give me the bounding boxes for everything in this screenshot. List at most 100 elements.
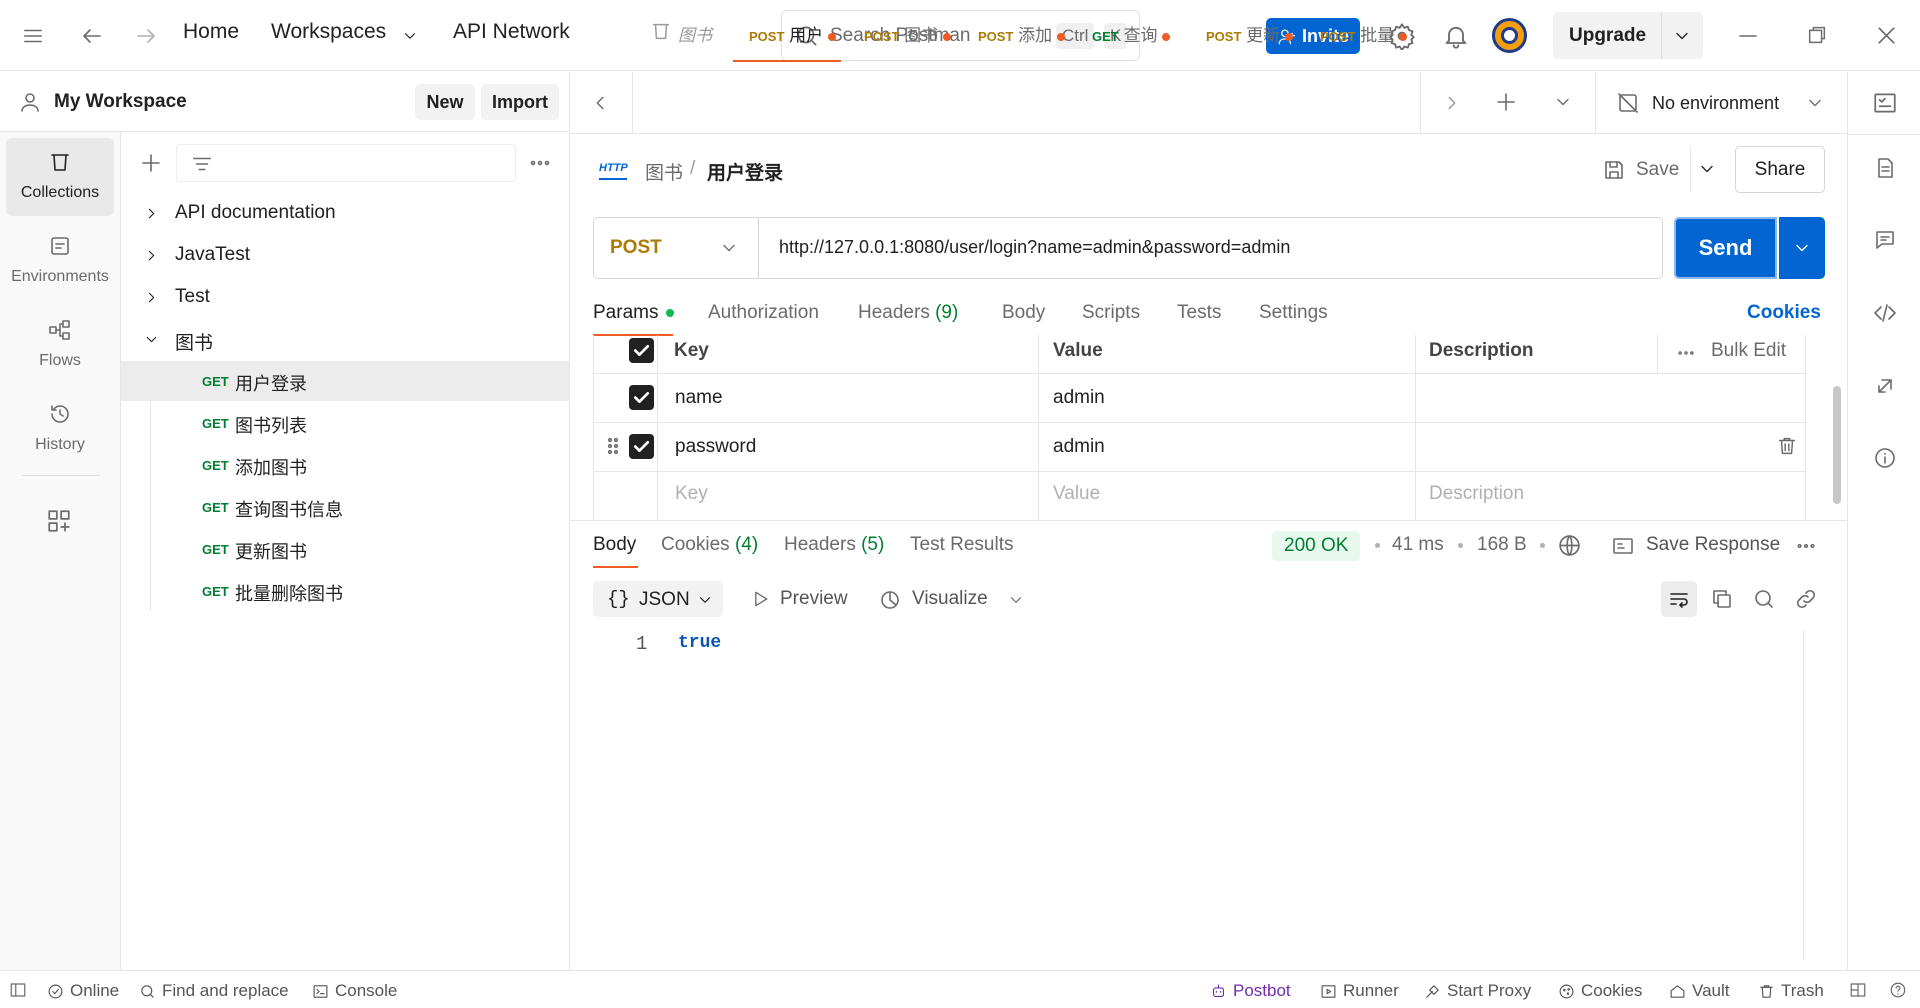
more-options-icon[interactable] (1795, 535, 1817, 557)
tab-item[interactable]: GET 查询 (1076, 0, 1184, 62)
rail-history[interactable]: History (6, 390, 114, 468)
environment-quicklook-icon[interactable] (1872, 90, 1898, 116)
filter-input[interactable] (176, 144, 516, 182)
new-value-input[interactable]: Value (1053, 483, 1100, 505)
response-tab-headers[interactable]: Headers (5) (784, 534, 884, 556)
start-proxy-button[interactable]: Start Proxy (1424, 981, 1531, 1001)
method-selector[interactable]: POST (594, 218, 759, 278)
response-body[interactable]: true (678, 633, 721, 653)
bulk-edit-button[interactable]: Bulk Edit (1711, 340, 1786, 362)
tab-body[interactable]: Body (1002, 302, 1045, 324)
request-title[interactable]: 用户登录 (707, 158, 783, 185)
rail-collections[interactable]: Collections (6, 138, 114, 216)
nav-home[interactable]: Home (183, 20, 239, 44)
tab-item[interactable]: POST 图书 (848, 0, 956, 62)
menu-icon[interactable] (22, 25, 44, 47)
upgrade-chevron-down-icon[interactable] (1672, 26, 1692, 46)
new-key-input[interactable]: Key (675, 483, 708, 505)
link-icon[interactable] (1794, 587, 1818, 611)
new-tab-plus-icon[interactable] (1494, 90, 1518, 114)
tab-settings[interactable]: Settings (1259, 302, 1328, 324)
console-button[interactable]: Console (312, 981, 397, 1001)
environment-selector[interactable]: No environment (1596, 72, 1847, 134)
format-selector[interactable]: {} JSON (593, 581, 723, 617)
collection-api-documentation[interactable]: API documentation (121, 193, 569, 233)
response-tab-body[interactable]: Body (593, 534, 636, 556)
tab-params[interactable]: Params (593, 302, 675, 324)
avatar[interactable] (1492, 18, 1527, 53)
share-button[interactable]: Share (1735, 146, 1825, 193)
tab-item[interactable]: POST 用户 (733, 0, 841, 62)
cookies-link[interactable]: Cookies (1747, 302, 1821, 324)
drag-handle-icon[interactable] (601, 434, 625, 458)
collection-javatest[interactable]: JavaTest (121, 235, 569, 275)
minimize-icon[interactable] (1736, 24, 1760, 48)
forward-arrow-icon[interactable] (134, 24, 158, 48)
help-icon[interactable] (1889, 981, 1907, 999)
url-input[interactable]: http://127.0.0.1:8080/user/login?name=ad… (779, 237, 1290, 258)
collection-books[interactable]: 图书 (121, 319, 569, 359)
documentation-icon[interactable] (1873, 156, 1897, 180)
save-options-chevron-icon[interactable] (1697, 159, 1717, 179)
breadcrumb-parent[interactable]: 图书 (645, 158, 683, 185)
param-value[interactable]: admin (1053, 436, 1105, 458)
tab-item[interactable]: POST 更新 (1190, 0, 1298, 62)
request-item[interactable]: GET 图书列表 (121, 403, 569, 443)
response-time[interactable]: 41 ms (1392, 534, 1444, 556)
workspace-name[interactable]: My Workspace (54, 91, 187, 113)
restore-window-icon[interactable] (1806, 24, 1828, 46)
comments-icon[interactable] (1873, 228, 1897, 252)
chevron-down-icon[interactable] (401, 27, 419, 45)
trash-button[interactable]: Trash (1758, 981, 1824, 1001)
close-window-icon[interactable] (1874, 23, 1899, 48)
new-description-input[interactable]: Description (1429, 483, 1524, 505)
param-value[interactable]: admin (1053, 387, 1105, 409)
nav-workspaces[interactable]: Workspaces (271, 20, 386, 44)
tabs-dropdown-chevron-icon[interactable] (1553, 92, 1573, 112)
response-tab-test-results[interactable]: Test Results (910, 534, 1013, 556)
tab-item[interactable]: POST 批量 (1304, 0, 1412, 62)
cookies-button[interactable]: Cookies (1558, 981, 1642, 1001)
more-options-icon[interactable] (1676, 343, 1696, 363)
import-button[interactable]: Import (481, 84, 559, 120)
tab-authorization[interactable]: Authorization (708, 302, 819, 324)
add-apps-grid-icon[interactable] (46, 508, 72, 534)
request-item[interactable]: GET 更新图书 (121, 529, 569, 569)
request-item[interactable]: GET 用户登录 (121, 361, 569, 401)
layout-two-pane-icon[interactable] (1849, 981, 1867, 999)
tabs-scroll-left-icon[interactable] (589, 92, 611, 114)
more-options-icon[interactable] (528, 151, 552, 175)
wrap-lines-button[interactable] (1661, 581, 1697, 617)
postbot-button[interactable]: Postbot (1210, 981, 1291, 1001)
params-scrollbar[interactable] (1833, 386, 1841, 504)
delete-trash-icon[interactable] (1776, 435, 1798, 457)
tab-headers[interactable]: Headers (9) (858, 302, 958, 324)
info-icon[interactable] (1873, 446, 1897, 470)
tab-scripts[interactable]: Scripts (1082, 302, 1140, 324)
network-globe-icon[interactable] (1557, 533, 1582, 558)
select-all-checkbox[interactable] (629, 338, 654, 363)
send-button[interactable]: Send (1674, 217, 1777, 279)
add-collection-plus-icon[interactable] (139, 151, 163, 175)
tabs-scroll-right-icon[interactable] (1441, 92, 1463, 114)
code-icon[interactable] (1873, 301, 1897, 325)
back-arrow-icon[interactable] (80, 24, 104, 48)
param-key[interactable]: password (675, 436, 756, 458)
send-options-button[interactable] (1779, 217, 1825, 279)
tab-item[interactable]: POST 添加 (962, 0, 1070, 62)
online-status[interactable]: Online (47, 981, 119, 1001)
related-arrows-icon[interactable] (1873, 374, 1897, 398)
save-button[interactable]: Save (1598, 147, 1690, 192)
new-button[interactable]: New (415, 84, 475, 120)
vault-button[interactable]: Vault (1669, 981, 1730, 1001)
tab-item[interactable]: 图书 (632, 0, 732, 62)
request-item[interactable]: GET 批量删除图书 (121, 571, 569, 611)
find-replace-button[interactable]: Find and replace (139, 981, 289, 1001)
copy-icon[interactable] (1710, 587, 1734, 611)
request-item[interactable]: GET 添加图书 (121, 445, 569, 485)
param-checkbox[interactable] (629, 434, 654, 459)
param-checkbox[interactable] (629, 385, 654, 410)
toggle-sidebar-icon[interactable] (9, 981, 27, 999)
rail-flows[interactable]: Flows (6, 306, 114, 384)
runner-button[interactable]: Runner (1320, 981, 1399, 1001)
